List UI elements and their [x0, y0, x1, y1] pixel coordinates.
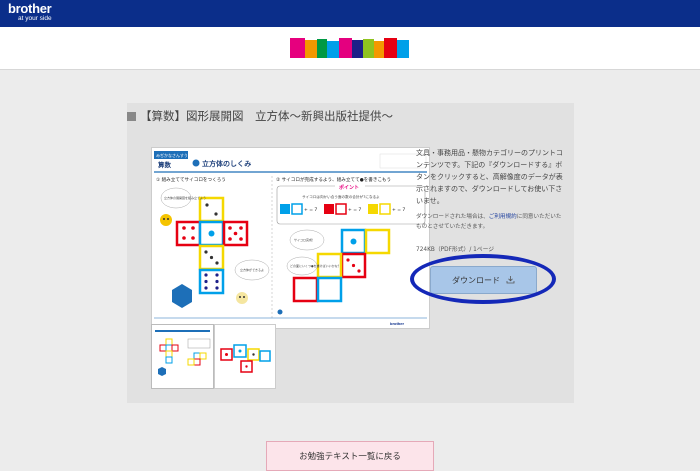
point-eq-3: + = 7 [392, 207, 405, 213]
point-label: ポイント [339, 184, 359, 191]
download-button-label: ダウンロード [452, 275, 500, 285]
speech-3: サイコロ完成！ [294, 237, 315, 242]
download-button[interactable]: ダウンロード [430, 266, 537, 294]
product-card: 【算数】図形展開図 立方体〜新興出版社提供〜 みぢかなさんすう 算数 立方体のし… [127, 103, 574, 403]
speech-4: どの面にいくつ●を書けばいいかな？ [290, 263, 341, 268]
worksheet-publisher: brother [390, 321, 404, 326]
site-header [0, 27, 700, 70]
terms-note: ダウンロードされた場合は、ご利用規約に同意いただいたものとさせていただきます。 [416, 212, 566, 232]
worksheet-heading: 立方体のしくみ [202, 159, 251, 168]
thumbnail-dice[interactable] [214, 324, 276, 389]
back-to-list-label: お勉強テキスト一覧に戻る [299, 452, 401, 462]
terms-link[interactable]: ご利用規約 [489, 214, 517, 220]
product-title-bar: 【算数】図形展開図 立方体〜新興出版社提供〜 [127, 103, 574, 131]
worksheet-illustration: みぢかなさんすう 算数 立方体のしくみ ① 組み立ててサイコロをつくろう ② サ… [152, 148, 429, 328]
thumbnail-worksheet-graphic [152, 325, 213, 388]
title-square-icon [127, 112, 136, 121]
worksheet-series: みぢかなさんすう [156, 152, 188, 158]
thumbnail-dice-graphic [215, 325, 275, 388]
download-icon [506, 275, 515, 286]
worksheet-section1: ① 組み立ててサイコロをつくろう [156, 176, 226, 183]
brother-logo[interactable]: brother [8, 2, 52, 15]
print-terrace-logo-graphic [290, 38, 409, 58]
brand-tagline: at your side [18, 15, 52, 22]
speech-1: 立方体の展開図を組み立てよう [164, 195, 206, 200]
download-icon-graphic [506, 275, 515, 283]
point-eq-1: + = 7 [304, 207, 317, 213]
brand-bar: brother at your side [0, 0, 700, 27]
worksheet-preview-image[interactable]: みぢかなさんすう 算数 立方体のしくみ ① 組み立ててサイコロをつくろう ② サ… [151, 147, 430, 329]
thumbnail-worksheet[interactable] [151, 324, 214, 389]
point-text: サイコロは向かい合う面の数の合計が7になるよ [302, 194, 380, 199]
speech-2: 立方体ができるよ [240, 267, 264, 272]
product-title: 【算数】図形展開図 立方体〜新興出版社提供〜 [140, 109, 393, 123]
print-terrace-logo[interactable] [290, 36, 410, 60]
worksheet-subject: 算数 [157, 160, 172, 169]
terms-note-before: ダウンロードされた場合は、 [416, 214, 489, 220]
file-info: 724KB（PDF形式）/ 1ページ [416, 247, 495, 253]
point-eq-2: + = 7 [348, 207, 361, 213]
product-description: 文具・事務用品・懸物カテゴリーのプリントコンテンツです。下記の『ダウンロードする… [416, 149, 563, 205]
worksheet-section2: ② サイコロが完成するよう、組み立てて●を書きこもう [276, 176, 391, 183]
